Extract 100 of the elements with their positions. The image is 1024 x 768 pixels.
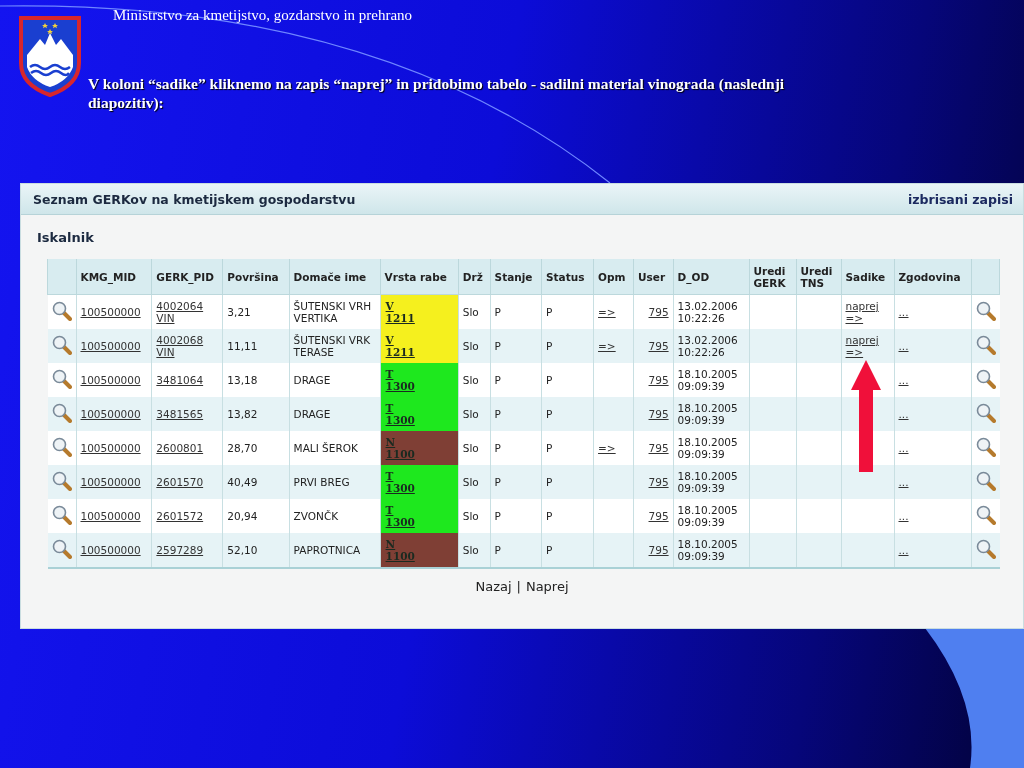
- search-icon[interactable]: [975, 301, 996, 321]
- land-use-link[interactable]: T 1300: [385, 402, 453, 426]
- land-use-link[interactable]: T 1300: [385, 470, 453, 494]
- gerk-pid-link[interactable]: 2597289: [156, 544, 215, 556]
- date-text: 13.02.2006 10:22:26: [677, 334, 738, 358]
- status-text: P: [546, 374, 553, 386]
- history-link[interactable]: ...: [898, 510, 909, 522]
- name-text: DRAGE: [293, 374, 332, 386]
- gerk-pid-link[interactable]: 3481565: [156, 408, 215, 420]
- state-text: P: [494, 510, 501, 522]
- column-header: Površina: [222, 259, 290, 295]
- history-link[interactable]: ...: [898, 408, 909, 420]
- kmg-mid-link[interactable]: 100500000: [80, 408, 141, 420]
- column-header: Stanje: [490, 259, 542, 295]
- gerk-pid-link[interactable]: 2600801: [156, 442, 215, 454]
- name-text: DRAGE: [293, 408, 332, 420]
- user-link[interactable]: 795: [648, 306, 669, 318]
- search-icon[interactable]: [51, 369, 72, 389]
- state-text: P: [494, 544, 501, 556]
- search-icon[interactable]: [51, 403, 72, 423]
- seedlings-link[interactable]: naprej =>: [845, 334, 888, 358]
- search-icon[interactable]: [975, 335, 996, 355]
- area-text: 13,82: [227, 408, 258, 420]
- date-text: 18.10.2005 09:09:39: [677, 538, 738, 562]
- user-link[interactable]: 795: [648, 442, 669, 454]
- state-text: P: [494, 476, 501, 488]
- column-header: Domače ime: [289, 259, 381, 295]
- history-link[interactable]: ...: [898, 544, 909, 556]
- history-link[interactable]: ...: [898, 374, 909, 386]
- search-icon[interactable]: [51, 335, 72, 355]
- name-text: ŠUTENSKI VRK TERASE: [293, 334, 372, 358]
- land-use-link[interactable]: V 1211: [385, 334, 453, 358]
- search-icon[interactable]: [51, 505, 72, 525]
- status-text: P: [546, 340, 553, 352]
- history-link[interactable]: ...: [898, 340, 909, 352]
- name-text: MALI ŠEROK: [293, 442, 359, 454]
- search-icon[interactable]: [51, 301, 72, 321]
- search-icon[interactable]: [975, 471, 996, 491]
- search-icon[interactable]: [51, 539, 72, 559]
- history-link[interactable]: ...: [898, 442, 909, 454]
- column-header: Drž: [458, 259, 491, 295]
- table-header-cell: [971, 259, 1000, 295]
- date-text: 18.10.2005 09:09:39: [677, 402, 738, 426]
- gerk-pid-link[interactable]: 4002064 VIN: [156, 300, 215, 324]
- user-link[interactable]: 795: [648, 408, 669, 420]
- column-header: D_OD: [673, 259, 749, 295]
- search-icon[interactable]: [51, 471, 72, 491]
- seedlings-link[interactable]: naprej =>: [845, 300, 888, 324]
- gerk-pid-link[interactable]: 2601570: [156, 476, 215, 488]
- kmg-mid-link[interactable]: 100500000: [80, 476, 141, 488]
- previous-link[interactable]: Nazaj: [475, 579, 512, 594]
- next-link[interactable]: Naprej: [525, 579, 569, 594]
- land-use-link[interactable]: T 1300: [385, 368, 453, 392]
- status-text: P: [546, 408, 553, 420]
- search-icon[interactable]: [975, 505, 996, 525]
- country-text: Slo: [462, 340, 479, 352]
- kmg-mid-link[interactable]: 100500000: [80, 442, 141, 454]
- gerk-pid-link[interactable]: 3481064: [156, 374, 215, 386]
- user-link[interactable]: 795: [648, 374, 669, 386]
- column-header: Sadike: [841, 259, 894, 295]
- organization-name: Ministrstvo za kmetijstvo, gozdarstvo in prehrano: [112, 6, 414, 24]
- column-header: Zgodovina: [894, 259, 971, 295]
- user-link[interactable]: 795: [648, 340, 669, 352]
- date-text: 18.10.2005 09:09:39: [677, 470, 738, 494]
- search-icon[interactable]: [975, 437, 996, 457]
- date-text: 13.02.2006 10:22:26: [677, 300, 738, 324]
- kmg-mid-link[interactable]: 100500000: [80, 374, 141, 386]
- opm-link[interactable]: =>: [598, 306, 616, 318]
- gerk-pid-link[interactable]: 4002068 VIN: [156, 334, 215, 358]
- state-text: P: [494, 340, 501, 352]
- search-icon[interactable]: [975, 369, 996, 389]
- user-link[interactable]: 795: [648, 510, 669, 522]
- slide-caption: V koloni “sadike” kliknemo na zapis “naprej” in pridobimo tabelo - sadilni material vinograda (naslednji diapozitiv):: [88, 74, 786, 112]
- search-icon[interactable]: [975, 539, 996, 559]
- status-text: P: [546, 476, 553, 488]
- history-link[interactable]: ...: [898, 306, 909, 318]
- kmg-mid-link[interactable]: 100500000: [80, 544, 141, 556]
- deleted-records-link[interactable]: izbrisani zapisi: [907, 191, 1013, 207]
- area-text: 52,10: [227, 544, 258, 556]
- user-link[interactable]: 795: [648, 544, 669, 556]
- column-header: Opm: [593, 259, 634, 295]
- state-text: P: [494, 374, 501, 386]
- section-title: Iskalnik: [36, 229, 95, 245]
- search-icon[interactable]: [51, 437, 72, 457]
- status-text: P: [546, 306, 553, 318]
- state-text: P: [494, 442, 501, 454]
- name-text: ZVONČK: [293, 510, 340, 522]
- land-use-link[interactable]: V 1211: [385, 300, 453, 324]
- kmg-mid-link[interactable]: 100500000: [80, 510, 141, 522]
- kmg-mid-link[interactable]: 100500000: [80, 340, 141, 352]
- kmg-mid-link[interactable]: 100500000: [80, 306, 141, 318]
- area-text: 11,11: [227, 340, 258, 352]
- country-text: Slo: [462, 544, 479, 556]
- search-icon[interactable]: [975, 403, 996, 423]
- user-link[interactable]: 795: [648, 476, 669, 488]
- gerk-pid-link[interactable]: 2601572: [156, 510, 215, 522]
- history-link[interactable]: ...: [898, 476, 909, 488]
- opm-link[interactable]: =>: [598, 442, 616, 454]
- opm-link[interactable]: =>: [598, 340, 616, 352]
- land-use-link[interactable]: T 1300: [385, 504, 453, 528]
